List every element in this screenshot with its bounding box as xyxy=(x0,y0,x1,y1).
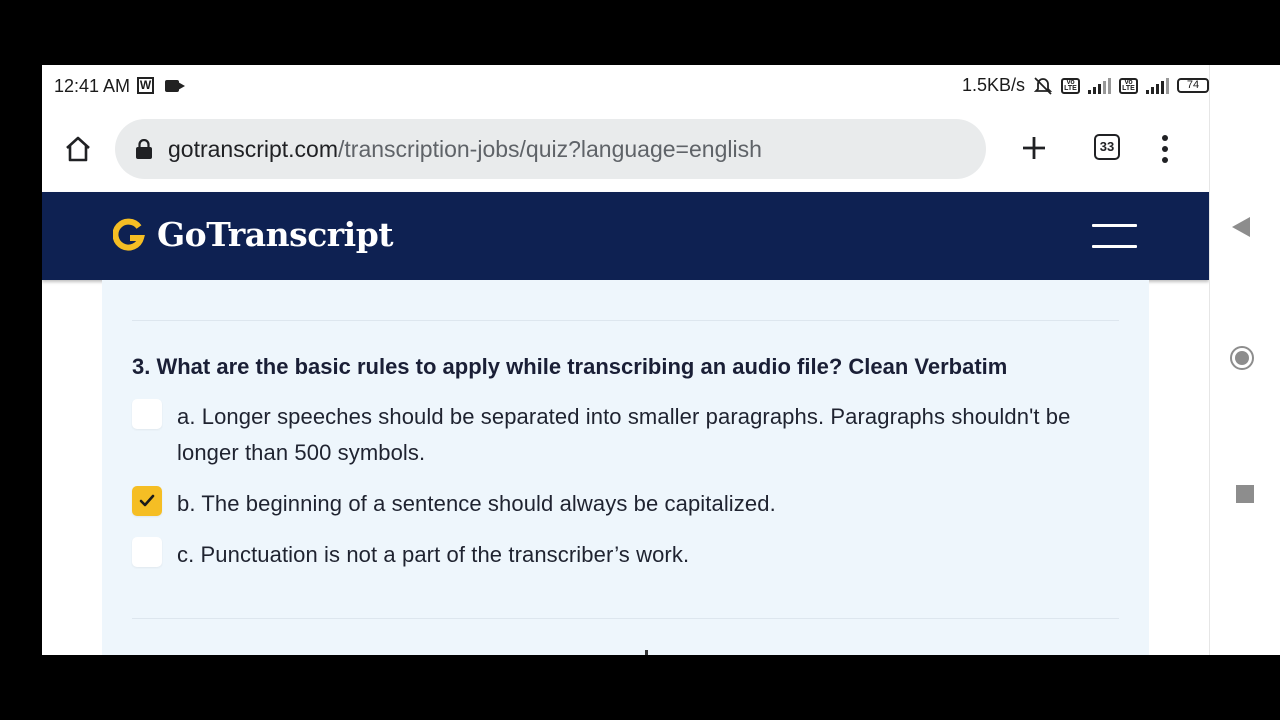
network-speed: 1.5KB/s xyxy=(961,75,1025,95)
logo-text[interactable]: GoTranscript xyxy=(157,215,394,254)
divider xyxy=(132,618,1119,619)
question-text: 3. What are the basic rules to apply whi… xyxy=(132,354,1008,379)
mute-icon xyxy=(1033,76,1053,95)
url-domain: gotranscript.com xyxy=(168,136,339,162)
logo-icon[interactable] xyxy=(113,218,145,252)
video-camera-icon xyxy=(165,80,185,92)
status-bar: 12:41 AM W 1.5KB/s Vo LTE Vo LTE 74 xyxy=(42,65,1212,107)
signal-4g-icon xyxy=(1088,77,1111,94)
hamburger-menu-icon[interactable] xyxy=(1092,224,1137,248)
browser-toolbar: gotranscript.com/transcription-jobs/quiz… xyxy=(42,107,1209,191)
volte-icon: Vo LTE xyxy=(1061,77,1080,94)
option-b-label: b. The beginning of a sentence should al… xyxy=(177,491,776,516)
recents-icon[interactable] xyxy=(1236,485,1254,503)
signal-icon xyxy=(1146,77,1169,94)
quiz-card: 3. What are the basic rules to apply whi… xyxy=(102,280,1149,655)
partial-text-fragment xyxy=(645,650,648,655)
checkbox-a[interactable] xyxy=(132,399,162,429)
url-path: /transcription-jobs/quiz?language=englis… xyxy=(338,136,762,162)
divider xyxy=(132,320,1119,321)
url-text[interactable]: gotranscript.com/transcription-jobs/quiz… xyxy=(168,136,762,163)
checkmark-icon xyxy=(139,494,155,507)
volte-icon: Vo LTE xyxy=(1119,77,1138,94)
back-icon[interactable] xyxy=(1232,217,1250,237)
tabs-icon[interactable]: 33 xyxy=(1094,134,1120,160)
home-icon[interactable] xyxy=(64,135,92,163)
address-bar[interactable]: gotranscript.com/transcription-jobs/quiz… xyxy=(115,119,986,179)
site-header: GoTranscript xyxy=(42,192,1209,280)
w-app-icon: W xyxy=(137,77,154,94)
checkbox-c[interactable] xyxy=(132,537,162,567)
battery-icon: 74 xyxy=(1177,78,1212,93)
phone-screen: 12:41 AM W 1.5KB/s Vo LTE Vo LTE 74 gotr… xyxy=(42,65,1280,655)
status-time: 12:41 AM xyxy=(54,76,131,96)
home-circle-icon[interactable] xyxy=(1230,346,1254,370)
checkbox-b[interactable] xyxy=(132,486,162,516)
option-a-label: a. Longer speeches should be separated i… xyxy=(177,404,1071,465)
lock-icon[interactable] xyxy=(135,139,153,159)
status-right: 1.5KB/s Vo LTE Vo LTE 74 xyxy=(961,75,1212,96)
plus-icon[interactable] xyxy=(1021,135,1047,161)
more-menu-icon[interactable] xyxy=(1160,135,1170,163)
option-c-label: c. Punctuation is not a part of the tran… xyxy=(177,542,690,567)
